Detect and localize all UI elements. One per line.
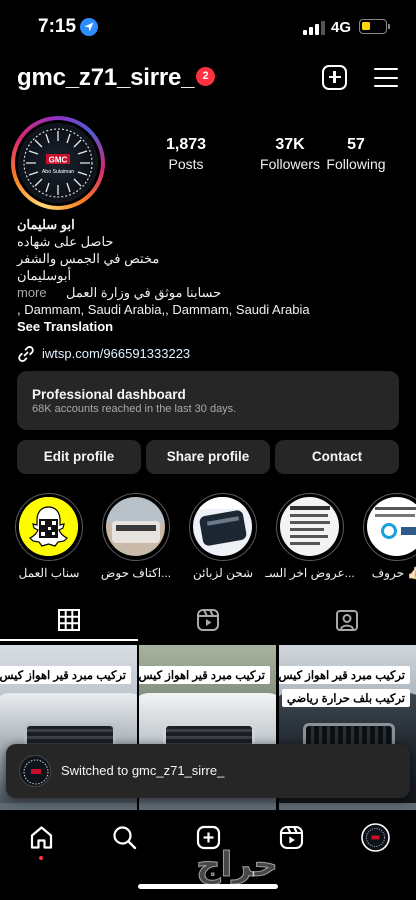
stat-following-value: 57 bbox=[347, 136, 365, 153]
reels-icon bbox=[197, 609, 219, 631]
bio-name: ابو سليمان bbox=[17, 217, 75, 232]
network-label: 4G bbox=[331, 19, 352, 36]
battery-icon bbox=[359, 19, 387, 34]
stat-posts-label: Posts bbox=[168, 156, 204, 172]
post-caption: تركيب مبرد قير اهواز كيس bbox=[279, 666, 410, 684]
avatar-text-bottom: Abo Sulaiman bbox=[42, 169, 74, 175]
stat-following-label: Following bbox=[326, 156, 386, 172]
avatar-text-top: GMC bbox=[49, 156, 68, 165]
search-icon bbox=[113, 826, 137, 850]
home-notification-dot bbox=[39, 856, 43, 860]
dashboard-subtitle: 68K accounts reached in the last 30 days… bbox=[32, 403, 237, 415]
highlight-label: حروف 👍🏻 bbox=[371, 566, 416, 580]
nav-search[interactable] bbox=[112, 825, 137, 855]
nav-reels[interactable] bbox=[279, 825, 304, 855]
highlight-label: سناب العمل bbox=[18, 566, 80, 580]
stat-following[interactable]: 57 Following bbox=[322, 136, 390, 172]
toast-avatar bbox=[19, 755, 51, 787]
bio-line-2: مختص في الجمس والشفر bbox=[17, 251, 160, 266]
signal-icon bbox=[303, 21, 327, 35]
status-time: 7:15 bbox=[38, 16, 77, 37]
highlight-label: اكتاف حوض... bbox=[100, 566, 172, 580]
stat-followers-value: 37K bbox=[275, 136, 305, 153]
stat-posts[interactable]: 1,873 Posts bbox=[158, 136, 214, 172]
profile-avatar[interactable]: GMC Abo Sulaiman bbox=[11, 116, 105, 210]
bio-address[interactable]: , Dammam, Saudi Arabia,, Dammam, Saudi A… bbox=[17, 302, 310, 317]
status-bar: 7:15 4G bbox=[0, 0, 416, 52]
post-caption: تركيب مبرد قير اهواز كيس bbox=[0, 666, 131, 684]
tab-reels[interactable] bbox=[196, 608, 220, 637]
edit-profile-button[interactable]: Edit profile bbox=[17, 440, 141, 474]
new-post-icon[interactable] bbox=[322, 65, 347, 90]
location-arrow-icon bbox=[80, 18, 98, 36]
see-translation-link[interactable]: See Translation bbox=[17, 319, 113, 334]
share-profile-button[interactable]: Share profile bbox=[146, 440, 270, 474]
profile-icon bbox=[361, 823, 390, 852]
battery-cap bbox=[388, 24, 390, 29]
tab-posts-grid[interactable] bbox=[57, 608, 81, 637]
watermark-text: حراج bbox=[196, 845, 278, 885]
contact-button[interactable]: Contact bbox=[275, 440, 399, 474]
account-switched-toast[interactable]: Switched to gmc_z71_sirre_ bbox=[6, 744, 410, 798]
nav-profile[interactable] bbox=[361, 823, 390, 857]
tab-active-indicator bbox=[0, 639, 138, 641]
bio-line-3: أبوسليمان bbox=[17, 268, 72, 283]
tab-tagged[interactable] bbox=[335, 608, 359, 637]
dashboard-title: Professional dashboard bbox=[32, 387, 186, 402]
home-icon bbox=[30, 826, 53, 849]
bio-more-link[interactable]: more bbox=[17, 285, 47, 300]
toast-message: Switched to gmc_z71_sirre_ bbox=[61, 763, 225, 778]
stat-followers[interactable]: 37K Followers bbox=[250, 136, 330, 172]
professional-dashboard[interactable]: Professional dashboard 68K accounts reac… bbox=[17, 371, 399, 430]
snapchat-ghost-icon bbox=[19, 497, 78, 556]
reels-nav-icon bbox=[279, 825, 304, 850]
tagged-icon bbox=[336, 610, 358, 631]
notification-badge[interactable]: 2 bbox=[196, 67, 215, 86]
stat-posts-value: 1,873 bbox=[165, 136, 207, 153]
highlight-label: شحن لزبائن bbox=[192, 566, 254, 580]
post-caption-secondary: تركيب بلف حرارة رياضي bbox=[281, 689, 410, 707]
profile-username[interactable]: gmc_z71_sirre_ bbox=[17, 64, 195, 92]
avatar-logo: GMC Abo Sulaiman bbox=[23, 128, 93, 198]
link-icon bbox=[18, 346, 34, 362]
grid-icon bbox=[58, 609, 80, 631]
highlight-label: عروض اخر السـ... bbox=[265, 566, 355, 580]
post-caption: تركيب مبرد قير اهواز كيس bbox=[139, 666, 270, 684]
stat-followers-label: Followers bbox=[260, 156, 320, 172]
nav-home[interactable] bbox=[29, 825, 54, 855]
haraj-watermark: حراج bbox=[192, 842, 282, 888]
bio-line-1: حاصل على شهاده bbox=[17, 234, 114, 249]
home-indicator bbox=[138, 884, 278, 889]
bio-line-4: حسابنا موثق في وزارة العمل bbox=[66, 285, 222, 300]
menu-icon[interactable] bbox=[374, 68, 398, 88]
profile-link-text[interactable]: iwtsp.com/966591333223 bbox=[42, 346, 190, 361]
